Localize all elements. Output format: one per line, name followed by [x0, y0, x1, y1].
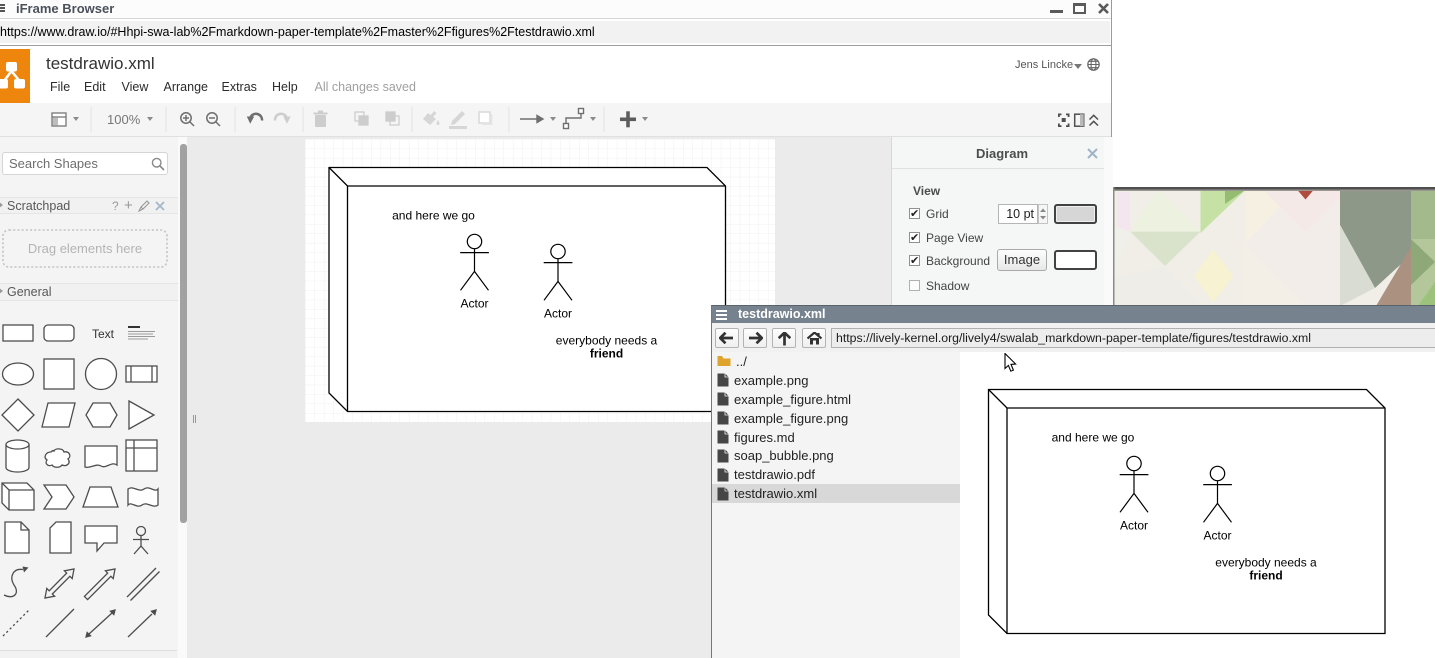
svg-text:and here we go: and here we go [392, 209, 475, 223]
svg-text:Actor: Actor [460, 297, 488, 311]
svg-text:100%: 100% [107, 112, 141, 127]
svg-text:friend: friend [590, 347, 623, 361]
svg-text:everybody needs a: everybody needs a [556, 334, 658, 348]
svg-text:Actor: Actor [544, 307, 572, 321]
svg-text:friend: friend [1249, 569, 1282, 583]
svg-text:Actor: Actor [1120, 519, 1148, 533]
svg-text:Actor: Actor [1203, 529, 1231, 543]
svg-text:Drag elements here: Drag elements here [28, 241, 142, 256]
svg-text:Text: Text [92, 327, 115, 341]
svg-text:and here we go: and here we go [1052, 431, 1135, 445]
svg-text:everybody needs a: everybody needs a [1215, 556, 1317, 570]
